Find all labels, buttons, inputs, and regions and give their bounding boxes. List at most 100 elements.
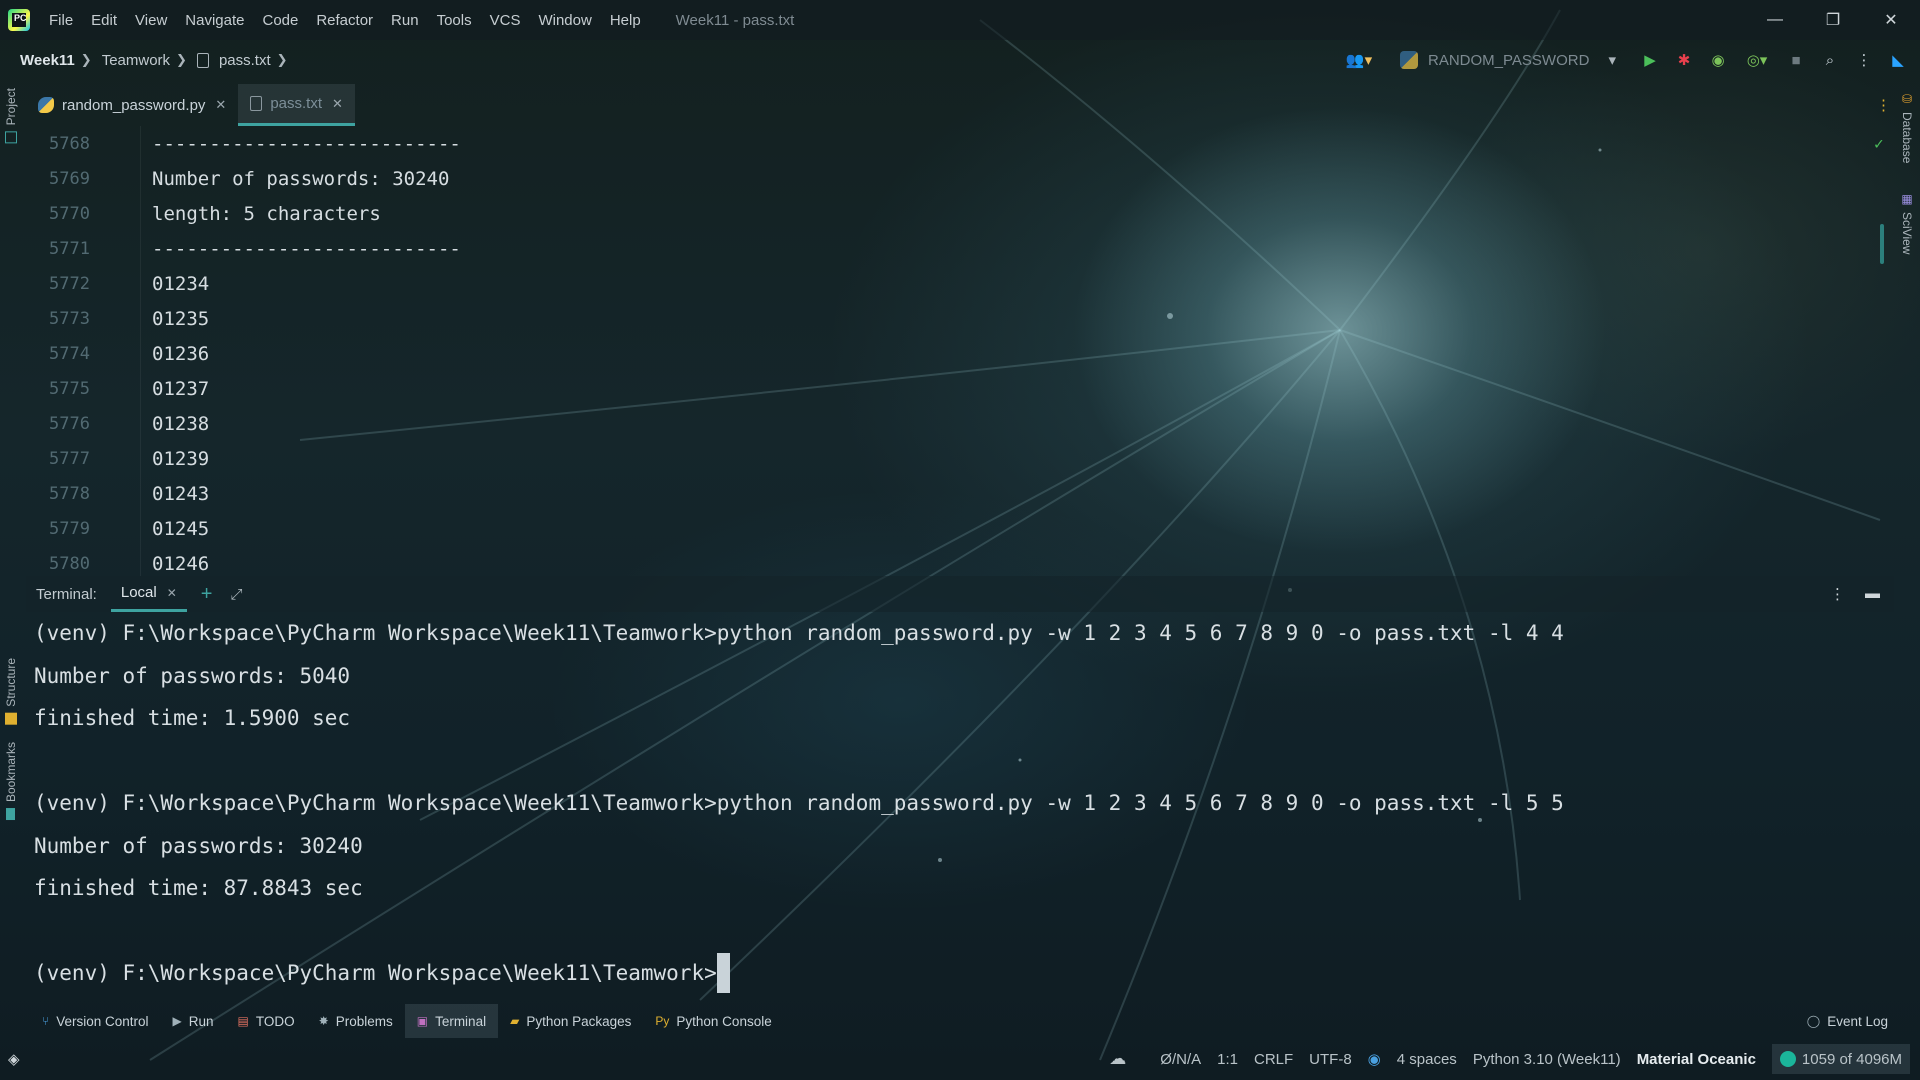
tool-problems[interactable]: ✸ Problems xyxy=(307,1004,405,1038)
tool-todo[interactable]: ▤ TODO xyxy=(226,1004,307,1038)
terminal-header-actions: ⋮ ▬ xyxy=(1830,585,1880,603)
terminal-tab-local[interactable]: Local ✕ xyxy=(110,576,187,612)
coverage-icon[interactable]: ◉ xyxy=(1708,50,1728,70)
code-editor[interactable]: ⋮ ✓ 5768 --------------------------- 5769… xyxy=(26,96,1894,576)
status-interpreter[interactable]: Python 3.10 (Week11) xyxy=(1473,1051,1621,1068)
structure-tool-tab[interactable]: Structure xyxy=(4,658,18,725)
tool-python-console[interactable]: Py Python Console xyxy=(643,1004,783,1038)
bookmarks-tool-tab[interactable]: Bookmarks xyxy=(4,742,18,821)
tool-label: TODO xyxy=(255,1013,295,1029)
sciview-tool-tab[interactable]: ▦ SciView xyxy=(1900,192,1914,254)
navbar-actions: 👥▾ RANDOM_PASSWORD ▾ ▶ ✱ ◉ ◎▾ ■ ⌕ ⋮ ◣ xyxy=(1342,45,1908,75)
memory-label: 1059 of 4096M xyxy=(1801,1050,1902,1068)
more-vertical-icon[interactable]: ⋮ xyxy=(1854,50,1874,70)
right-tool-strip: ⛁ Database ▦ SciView xyxy=(1894,80,1920,1007)
terminal-output[interactable]: (venv) F:\Workspace\PyCharm Workspace\We… xyxy=(26,612,1894,1004)
database-tool-tab[interactable]: ⛁ Database xyxy=(1900,92,1914,163)
expand-icon[interactable]: ⤢ xyxy=(230,586,242,603)
tool-label: Terminal xyxy=(435,1013,487,1029)
menu-edit[interactable]: Edit xyxy=(82,12,126,29)
search-icon[interactable]: ⌕ xyxy=(1820,50,1840,70)
status-caret-position[interactable]: 1:1 xyxy=(1217,1051,1238,1068)
scrollbar-thumb[interactable] xyxy=(1880,224,1884,264)
minimize-button[interactable]: — xyxy=(1746,0,1804,40)
main-menu: File Edit View Navigate Code Refactor Ru… xyxy=(40,12,650,29)
menu-window[interactable]: Window xyxy=(529,12,600,29)
code-with-me-icon[interactable]: 👥▾ xyxy=(1342,50,1376,70)
tab-label: pass.txt xyxy=(270,95,323,112)
menu-run[interactable]: Run xyxy=(382,12,428,29)
chevron-right-icon: ❯ xyxy=(276,52,288,67)
status-line-separator[interactable]: CRLF xyxy=(1254,1051,1293,1068)
window-controls: — ❐ ✕ xyxy=(1746,0,1920,40)
restore-button[interactable]: ❐ xyxy=(1804,0,1862,40)
editor-line: 5771 --------------------------- xyxy=(26,231,1894,266)
breadcrumb-file[interactable]: pass.txt xyxy=(219,52,271,69)
editor-tabs: random_password.py ✕ pass.txt ✕ xyxy=(26,80,1894,126)
line-number: 5779 xyxy=(49,518,90,539)
tab-random-password-py[interactable]: random_password.py ✕ xyxy=(26,84,238,126)
editor-line: 5776 01238 xyxy=(26,406,1894,441)
eye-icon[interactable]: ◉ xyxy=(1368,1050,1381,1068)
tool-python-packages[interactable]: ▰ Python Packages xyxy=(498,1004,643,1038)
memory-icon xyxy=(1779,1051,1796,1067)
chevron-right-icon: ❯ xyxy=(176,52,187,67)
line-number: 5780 xyxy=(49,553,90,574)
layers-icon[interactable]: ◈ xyxy=(8,1050,20,1068)
line-number: 5769 xyxy=(49,168,90,189)
breadcrumb-folder[interactable]: Teamwork xyxy=(102,52,170,69)
menu-view[interactable]: View xyxy=(126,12,176,29)
status-na[interactable]: Ø/N/A xyxy=(1160,1051,1201,1068)
close-icon[interactable]: ✕ xyxy=(215,97,226,113)
more-vertical-icon[interactable]: ⋮ xyxy=(1876,96,1891,114)
packages-icon: ▰ xyxy=(510,1014,520,1028)
project-tool-tab[interactable]: Project xyxy=(4,88,18,144)
line-number: 5770 xyxy=(49,203,90,224)
terminal-icon: ▣ xyxy=(416,1014,429,1028)
editor-line: 5777 01239 xyxy=(26,441,1894,476)
close-icon[interactable]: ✕ xyxy=(332,96,343,112)
profile-icon[interactable]: ◎▾ xyxy=(1742,50,1772,70)
run-config-selector[interactable]: RANDOM_PASSWORD ▾ xyxy=(1390,45,1626,75)
database-icon: ⛁ xyxy=(1900,92,1914,106)
status-theme[interactable]: Material Oceanic xyxy=(1637,1051,1756,1068)
hide-icon[interactable]: ▬ xyxy=(1865,585,1880,603)
more-vertical-icon[interactable]: ⋮ xyxy=(1830,585,1845,603)
status-encoding[interactable]: UTF-8 xyxy=(1309,1051,1352,1068)
tab-pass-txt[interactable]: pass.txt ✕ xyxy=(238,84,355,126)
line-number: 5775 xyxy=(49,378,90,399)
run-icon[interactable]: ▶ xyxy=(1640,50,1660,70)
speech-bubble-icon: ◯ xyxy=(1806,1014,1821,1028)
tool-label: Version Control xyxy=(56,1013,149,1029)
close-icon[interactable]: ✕ xyxy=(167,586,177,600)
menu-help[interactable]: Help xyxy=(601,12,650,29)
tool-run[interactable]: ▶ Run xyxy=(161,1004,226,1038)
new-terminal-icon[interactable]: + xyxy=(201,583,213,606)
menu-file[interactable]: File xyxy=(40,12,82,29)
branch-icon: ⑂ xyxy=(42,1014,50,1028)
line-text: 01245 xyxy=(152,517,210,540)
terminal-line: finished time: 1.5900 sec xyxy=(34,706,351,731)
jetbrains-ai-icon[interactable]: ◣ xyxy=(1888,50,1908,70)
stop-icon[interactable]: ■ xyxy=(1786,50,1806,70)
tool-label: Python Console xyxy=(676,1013,772,1029)
debug-icon[interactable]: ✱ xyxy=(1674,50,1694,70)
memory-indicator[interactable]: 1059 of 4096M xyxy=(1771,1044,1910,1074)
menu-navigate[interactable]: Navigate xyxy=(176,12,253,29)
terminal-prompt-line[interactable]: (venv) F:\Workspace\PyCharm Workspace\We… xyxy=(26,952,1894,995)
title-bar: PC File Edit View Navigate Code Refactor… xyxy=(0,0,1920,40)
tool-terminal[interactable]: ▣ Terminal xyxy=(404,1004,499,1038)
cloud-icon[interactable]: ☁ xyxy=(1109,1049,1126,1069)
line-text: 01236 xyxy=(152,342,210,365)
menu-vcs[interactable]: VCS xyxy=(481,12,530,29)
check-icon: ✓ xyxy=(1874,134,1884,153)
breadcrumb-project[interactable]: Week11 xyxy=(20,52,75,69)
status-indent[interactable]: 4 spaces xyxy=(1397,1051,1457,1068)
menu-tools[interactable]: Tools xyxy=(428,12,481,29)
close-window-button[interactable]: ✕ xyxy=(1862,0,1920,40)
menu-code[interactable]: Code xyxy=(253,12,307,29)
tool-version-control[interactable]: ⑂ Version Control xyxy=(30,1004,161,1038)
tool-event-log[interactable]: ◯ Event Log xyxy=(1795,1004,1900,1038)
menu-refactor[interactable]: Refactor xyxy=(307,12,382,29)
